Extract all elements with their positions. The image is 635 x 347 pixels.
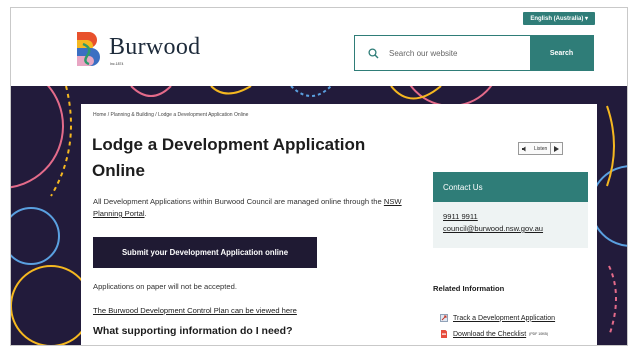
section-heading: What supporting information do I need?: [93, 325, 293, 337]
pdf-size-badge: (PDF 10KB): [529, 332, 549, 336]
submit-application-button[interactable]: Submit your Development Application onli…: [93, 237, 317, 268]
browser-frame: Burwood Inc.1874 Search English (Austral…: [10, 7, 628, 346]
paper-note: Applications on paper will not be accept…: [93, 282, 237, 291]
breadcrumb-planning[interactable]: Planning & Building: [111, 112, 154, 118]
speaker-icon: [519, 146, 531, 152]
intro-paragraph: All Development Applications within Burw…: [93, 197, 402, 218]
burwood-logo-icon: [77, 32, 100, 66]
breadcrumb-current: Lodge a Development Application Online: [158, 112, 249, 118]
site-header: Burwood Inc.1874 Search English (Austral…: [11, 8, 627, 86]
play-icon[interactable]: [550, 143, 562, 154]
breadcrumb: Home / Planning & Building / Lodge a Dev…: [93, 112, 249, 118]
search-icon: [361, 36, 385, 70]
page-title: Lodge a Development Application Online: [92, 135, 366, 180]
breadcrumb-home[interactable]: Home: [93, 112, 106, 118]
listen-label: Listen: [534, 145, 548, 152]
contact-email-link[interactable]: council@burwood.nsw.gov.au: [443, 224, 543, 233]
contact-details: 9911 9911 council@burwood.nsw.gov.au: [433, 202, 588, 248]
contact-heading: Contact Us: [433, 172, 588, 202]
external-link-icon: [440, 314, 448, 322]
search-input[interactable]: [385, 36, 530, 70]
dcp-link[interactable]: The Burwood Development Control Plan can…: [93, 306, 297, 315]
brand-name[interactable]: Burwood: [109, 34, 200, 61]
related-item-track[interactable]: Track a Development Application: [440, 314, 555, 322]
related-heading: Related Information: [433, 284, 505, 293]
brand-subtitle: Inc.1874: [110, 62, 124, 66]
search-bar: Search: [354, 35, 594, 71]
search-button[interactable]: Search: [530, 36, 593, 70]
listen-widget[interactable]: Listen: [518, 142, 564, 155]
language-selector[interactable]: English (Australia) ▾: [523, 12, 595, 25]
contact-phone-link[interactable]: 9911 9911: [443, 212, 478, 221]
related-item-checklist[interactable]: Download the Checklist (PDF 10KB): [440, 330, 548, 338]
content-panel: Home / Planning & Building / Lodge a Dev…: [81, 104, 597, 345]
pdf-icon: [441, 330, 447, 338]
